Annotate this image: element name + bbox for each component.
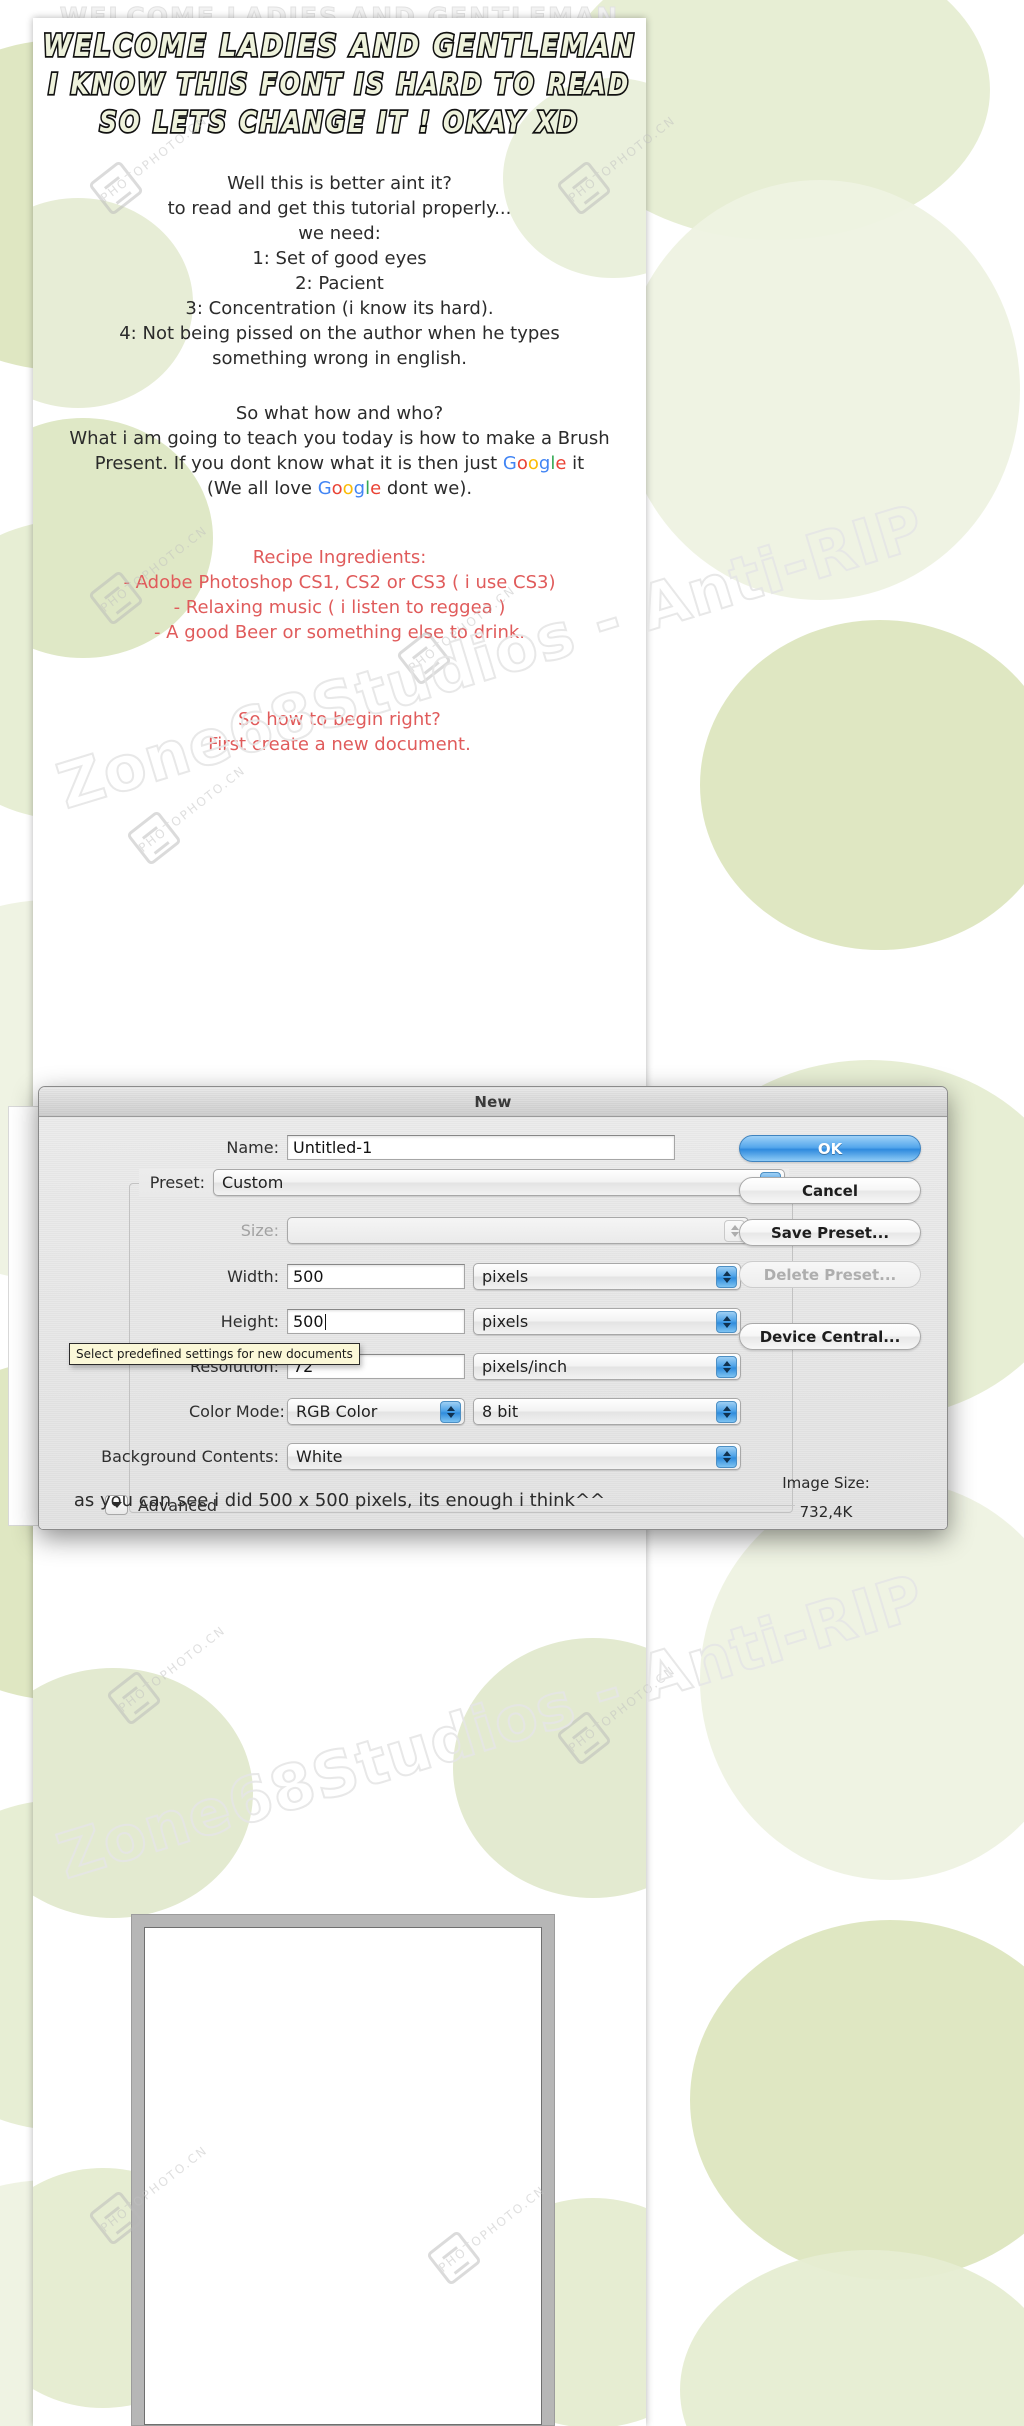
recipe-line-1: - Adobe Photoshop CS1, CS2 or CS3 ( i us… [123,572,556,593]
chevron-updown-icon[interactable] [716,1311,737,1333]
intro-line-1: Well this is better aint it? [227,173,452,194]
intro-line-8: something wrong in english. [212,348,467,369]
dialog-body: Name: Untitled-1 Preset: Custom Size: Wi… [39,1117,947,1529]
begin-block: So how to begin right? First create a ne… [33,707,646,757]
intro-line-7: 4: Not being pissed on the author when h… [119,323,560,344]
recipe-line-2: - Relaxing music ( i listen to reggea ) [173,597,506,618]
image-size-label: Image Size: [782,1474,870,1492]
name-label: Name: [226,1138,279,1157]
begin-line-2: First create a new document. [208,734,471,755]
intro-line-2: to read and get this tutorial properly..… [167,198,512,219]
title-line-3: SO LETS CHANGE IT ! OKAY XD [98,104,580,141]
section2-line-4: (We all love Google dont we). [33,476,646,501]
save-preset-button[interactable]: Save Preset... [739,1219,921,1246]
canvas-screenshot [131,1914,555,2426]
ok-button[interactable]: OK [739,1135,921,1162]
size-label: Size: [240,1221,279,1240]
preset-dropdown[interactable]: Custom [213,1169,785,1196]
width-row: Width: 500 pixels [189,1263,741,1290]
color-mode-dropdown[interactable]: RGB Color [287,1398,465,1425]
preset-row: Preset: Custom [139,1169,789,1196]
delete-preset-button: Delete Preset... [739,1261,921,1288]
preset-tooltip: Select predefined settings for new docum… [69,1343,360,1365]
intro-line-6: 3: Concentration (i know its hard). [185,298,494,319]
background-contents-dropdown[interactable]: White [287,1443,741,1470]
section2-line-4-post: dont we). [381,478,473,499]
width-input[interactable]: 500 [287,1264,465,1289]
height-input[interactable]: 500 [287,1309,465,1334]
section2-line-3-post: it [566,453,585,474]
text-caret [324,1313,326,1330]
section-two-block: So what how and who? What i am going to … [33,401,646,501]
intro-block: Well this is better aint it? to read and… [33,171,646,371]
size-row: Size: [189,1217,749,1244]
title-line-2: I KNOW THIS FONT IS HARD TO READ [47,66,631,103]
dialog-caption: as you can see i did 500 x 500 pixels, i… [73,1490,606,1511]
resolution-unit-dropdown[interactable]: pixels/inch [473,1353,741,1380]
name-row: Name: Untitled-1 [189,1135,675,1160]
chevron-updown-icon[interactable] [716,1356,737,1378]
intro-line-5: 2: Pacient [295,273,384,294]
section2-line-3: Present. If you dont know what it is the… [33,451,646,476]
preset-label: Preset: [149,1173,205,1192]
section2-line-2: What i am going to teach you today is ho… [69,428,610,449]
section2-line-3-pre: Present. If you dont know what it is the… [94,453,503,474]
begin-line-1: So how to begin right? [238,709,441,730]
recipe-heading: Recipe Ingredients: [252,547,427,568]
image-size-value: 732,4K [799,1503,853,1521]
intro-line-3: we need: [298,223,381,244]
photoshop-new-dialog[interactable]: New Name: Untitled-1 Preset: Custom Size… [38,1086,948,1530]
chevron-updown-icon[interactable] [440,1401,461,1423]
name-input[interactable]: Untitled-1 [287,1135,675,1160]
page-title: WELCOME LADIES AND GENTLEMAN I KNOW THIS… [33,18,646,141]
color-mode-label: Color Mode: [189,1402,285,1421]
width-unit-dropdown[interactable]: pixels [473,1263,741,1290]
background-contents-label: Background Contents: [101,1447,279,1466]
height-unit-dropdown[interactable]: pixels [473,1308,741,1335]
cancel-button[interactable]: Cancel [739,1177,921,1204]
recipe-line-3: - A good Beer or something else to drink… [153,622,526,643]
bit-depth-dropdown[interactable]: 8 bit [473,1398,741,1425]
color-mode-row: Color Mode: RGB Color 8 bit [189,1398,741,1425]
intro-line-4: 1: Set of good eyes [252,248,427,269]
dialog-titlebar: New [39,1087,947,1117]
google-wordmark-2: Google [317,478,382,499]
width-label: Width: [227,1267,279,1286]
section2-line-1: So what how and who? [235,403,444,424]
title-line-1: WELCOME LADIES AND GENTLEMAN [41,28,637,66]
dialog-title: New [474,1092,512,1111]
chevron-updown-icon[interactable] [716,1401,737,1423]
chevron-updown-icon[interactable] [716,1266,737,1288]
device-central-button[interactable]: Device Central... [739,1323,921,1350]
google-wordmark: Google [502,453,567,474]
canvas-white-area [144,1927,542,2425]
height-row: Height: 500 pixels [189,1308,741,1335]
section2-line-4-pre: (We all love [206,478,318,499]
recipe-block: Recipe Ingredients: - Adobe Photoshop CS… [33,545,646,645]
background-contents-row: Background Contents: White [69,1443,741,1470]
image-size-readout: Image Size: 732,4K [731,1469,921,1527]
size-dropdown [287,1217,749,1244]
height-label: Height: [220,1312,279,1331]
chevron-updown-icon[interactable] [716,1446,737,1468]
